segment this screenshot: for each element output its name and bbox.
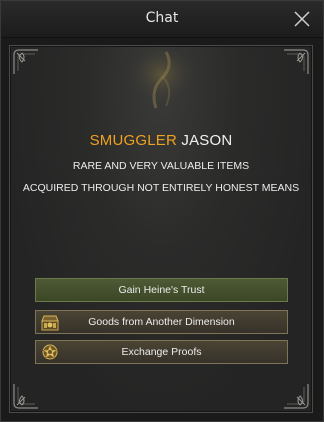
npc-title: SMUGGLER xyxy=(89,132,178,149)
npc-given-name: JASON xyxy=(181,132,233,149)
dialog-panel: SMUGGLER JASON RARE AND VERY VALUABLE IT… xyxy=(9,45,313,413)
smoke-emblem-icon xyxy=(128,50,196,110)
close-icon[interactable] xyxy=(293,10,311,28)
npc-description-line: RARE AND VERY VALUABLE ITEMS xyxy=(72,160,250,172)
gain-trust-button[interactable]: Gain Heine's Trust xyxy=(35,278,288,302)
npc-name: SMUGGLER JASON xyxy=(10,132,312,149)
npc-description-line: ACQUIRED THROUGH NOT ENTIRELY HONEST MEA… xyxy=(22,182,300,194)
goods-dimension-button[interactable]: Goods from Another Dimension xyxy=(35,310,288,334)
ornament-corner-icon xyxy=(13,49,38,74)
ornament-corner-icon xyxy=(284,49,309,74)
option-label: Exchange Proofs xyxy=(121,346,202,358)
window-title: Chat xyxy=(145,10,179,26)
ornament-corner-icon xyxy=(13,384,38,409)
option-label: Goods from Another Dimension xyxy=(88,316,235,328)
ornament-corner-icon xyxy=(284,384,309,409)
exchange-proofs-button[interactable]: Exchange Proofs xyxy=(35,340,288,364)
title-bar: Chat xyxy=(1,1,323,38)
chat-window: Chat SMUGGLER JASON RARE AND VERY VALUAB… xyxy=(0,0,324,422)
option-label: Gain Heine's Trust xyxy=(118,284,205,296)
